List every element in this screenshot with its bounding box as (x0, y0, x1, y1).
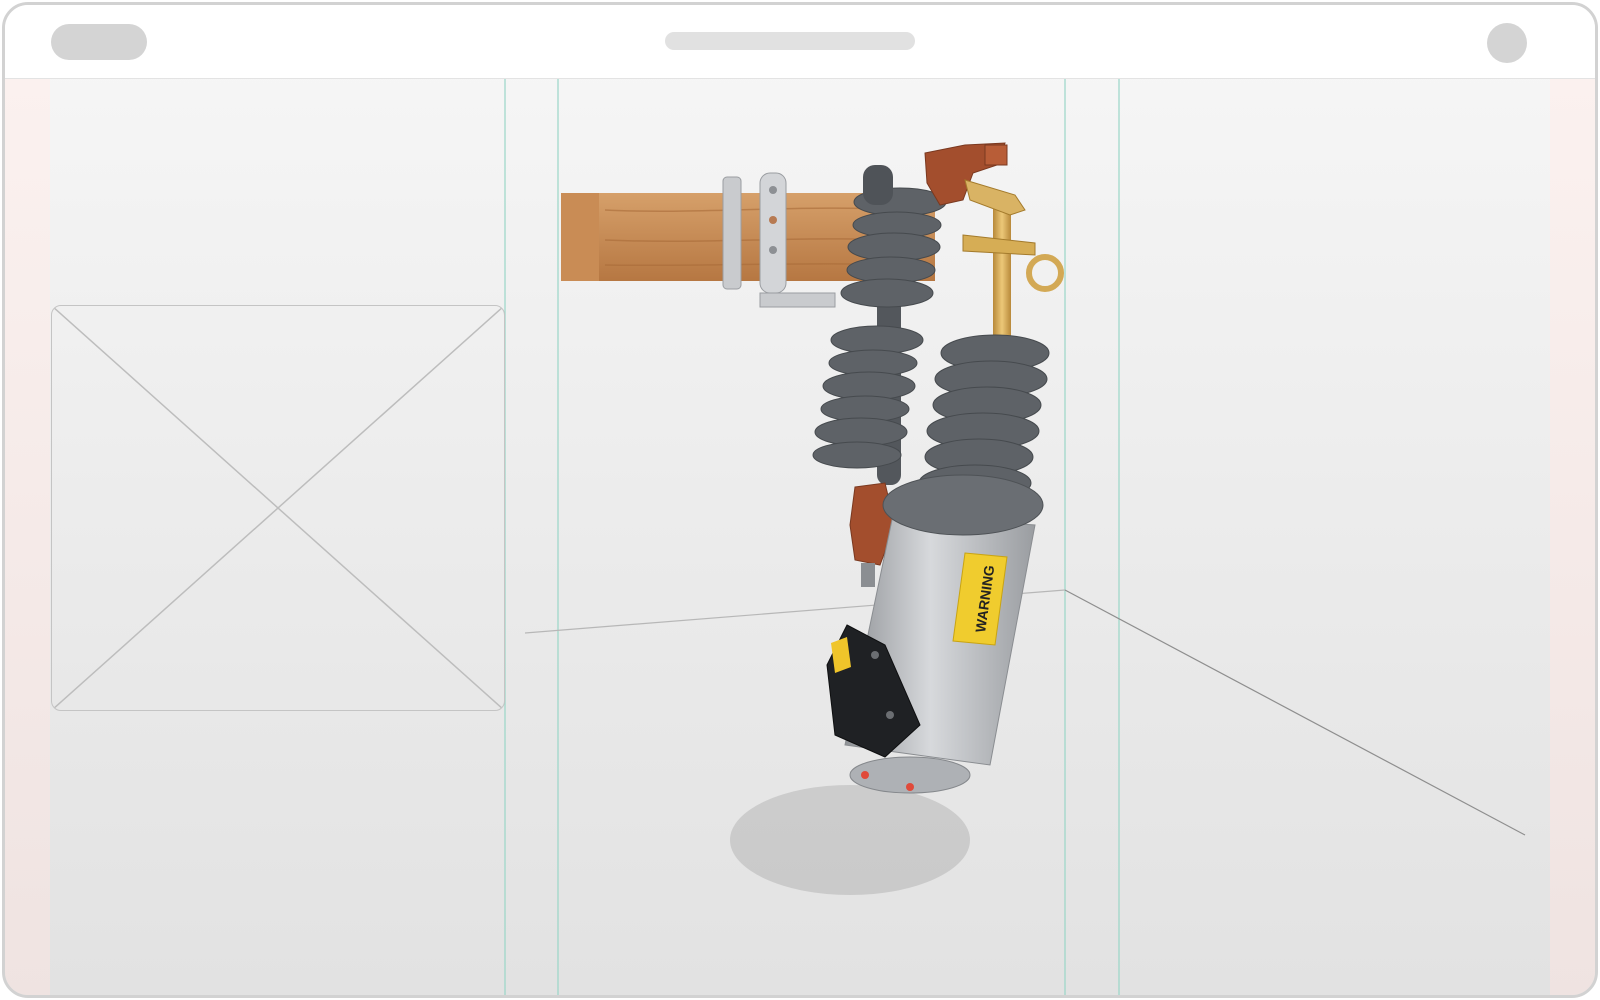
pull-ring-hook (962, 179, 1064, 345)
floor-edge-right (1064, 589, 1526, 836)
placeholder-cross (52, 306, 504, 710)
image-placeholder (51, 305, 505, 711)
product-illustration: WARNING (561, 142, 1064, 794)
app-window: WARNING (2, 2, 1598, 998)
